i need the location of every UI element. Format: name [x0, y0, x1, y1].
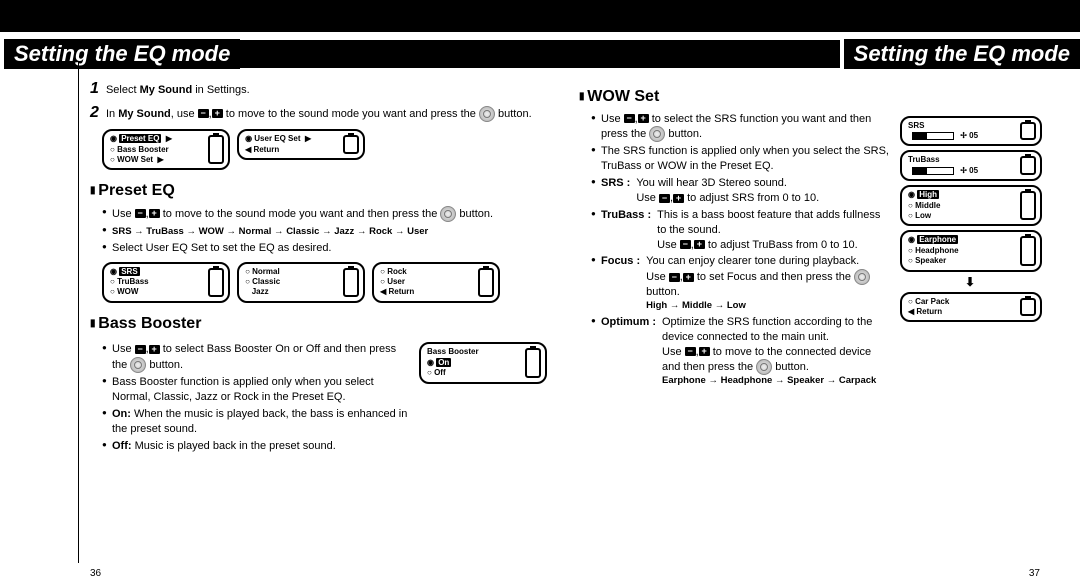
- plus-icon: +: [673, 194, 684, 203]
- jog-button-icon: [479, 106, 495, 122]
- page-number-right: 37: [1029, 568, 1040, 579]
- list-item: Off: Music is played back in the preset …: [102, 439, 411, 454]
- list-item: Select User EQ Set to set the EQ as desi…: [102, 241, 551, 256]
- plus-icon: +: [699, 347, 710, 356]
- def-focus: Focus : You can enjoy clearer tone durin…: [591, 254, 892, 313]
- heading-wow-set: WOW Set: [579, 86, 1040, 108]
- title-left: Setting the EQ mode: [0, 39, 240, 69]
- screen-bass-booster: Bass Booster ◉ On ○ Off: [419, 342, 547, 383]
- heading-preset-eq: Preset EQ: [90, 180, 551, 202]
- two-column-layout: 1 Select My Sound in Settings. 2 In My S…: [0, 68, 1080, 457]
- plus-icon: +: [149, 209, 160, 218]
- screen-user-eq-menu: ◉ User EQ Set ▶ ◀ Return: [237, 129, 365, 160]
- jog-button-icon: [130, 357, 146, 373]
- list-item: SRS → TruBass → WOW → Normal → Classic →…: [102, 224, 551, 239]
- minus-icon: −: [198, 109, 209, 118]
- minus-icon: −: [669, 273, 680, 282]
- plus-icon: +: [212, 109, 223, 118]
- minus-icon: −: [135, 345, 146, 354]
- battery-icon: [208, 135, 224, 164]
- jog-button-icon: [756, 359, 772, 375]
- step-number: 2: [90, 104, 99, 121]
- list-item: On: When the music is played back, the b…: [102, 407, 411, 437]
- minus-icon: −: [659, 194, 670, 203]
- screen: ◉ SRS ○ TruBass ○ WOW: [102, 262, 230, 303]
- battery-icon: [525, 348, 541, 377]
- minus-icon: −: [685, 347, 696, 356]
- screen: ○ Normal ○ Classic Jazz: [237, 262, 365, 303]
- heading-bass-booster: Bass Booster: [90, 313, 551, 335]
- screen-optimum-1: ◉ Earphone ○ Headphone ○ Speaker: [900, 230, 1042, 271]
- minus-icon: −: [135, 209, 146, 218]
- def-optimum: Optimum : Optimize the SRS function acco…: [591, 315, 892, 388]
- list-item: Bass Booster function is applied only wh…: [102, 375, 411, 405]
- battery-icon: [208, 268, 224, 297]
- margin-rule: [78, 62, 79, 563]
- plus-icon: +: [149, 345, 160, 354]
- step-number: 1: [90, 80, 99, 97]
- plus-icon: +: [694, 240, 705, 249]
- screens-top: ◉ Preset EQ ▶ ○ Bass Booster ○ WOW Set ▶…: [102, 125, 551, 170]
- page-number-left: 36: [90, 568, 101, 579]
- battery-icon: [1020, 298, 1036, 317]
- top-black-bar: [0, 0, 1080, 32]
- battery-icon: [343, 135, 359, 154]
- battery-icon: [1020, 236, 1036, 265]
- battery-icon: [343, 268, 359, 297]
- page: Setting the EQ mode Setting the EQ mode …: [0, 0, 1080, 587]
- jog-button-icon: [440, 206, 456, 222]
- screens-preset: ◉ SRS ○ TruBass ○ WOW ○ Normal ○ Classic…: [102, 258, 551, 303]
- list-item: Use −,+ to select the SRS function you w…: [591, 112, 1040, 143]
- def-trubass: TruBass : This is a bass boost feature t…: [591, 208, 892, 253]
- screen-preset-menu: ◉ Preset EQ ▶ ○ Bass Booster ○ WOW Set ▶: [102, 129, 230, 170]
- step-2: 2 In My Sound, use −,+ to move to the so…: [90, 102, 551, 124]
- arrow-down-icon: ⬇: [900, 274, 1040, 290]
- screen-focus: ◉ High ○ Middle ○ Low: [900, 185, 1042, 226]
- jog-button-icon: [649, 126, 665, 142]
- title-band: Setting the EQ mode Setting the EQ mode: [0, 40, 1080, 68]
- step-1: 1 Select My Sound in Settings.: [90, 78, 551, 100]
- list-item: The SRS function is applied only when yo…: [591, 144, 1040, 174]
- screen-optimum-2: ○ Car Pack ◀ Return: [900, 292, 1042, 323]
- minus-icon: −: [680, 240, 691, 249]
- bass-bullets: Use −,+ to select Bass Booster On or Off…: [90, 340, 411, 455]
- jog-button-icon: [854, 269, 870, 285]
- right-column: WOW Set SRS ✢ 05 TruBass ✢ 05 ◉ High ○ M…: [579, 76, 1040, 457]
- battery-icon: [1020, 191, 1036, 220]
- plus-icon: +: [638, 114, 649, 123]
- left-column: 1 Select My Sound in Settings. 2 In My S…: [90, 76, 551, 457]
- plus-icon: +: [683, 273, 694, 282]
- list-item: Use −,+ to move to the sound mode you wa…: [102, 206, 551, 222]
- title-right: Setting the EQ mode: [840, 39, 1080, 69]
- screen: ○ Rock ○ User ◀ Return: [372, 262, 500, 303]
- def-srs: SRS : You will hear 3D Stereo sound. Use…: [591, 176, 892, 206]
- list-item: Use −,+ to select Bass Booster On or Off…: [102, 342, 411, 373]
- minus-icon: −: [624, 114, 635, 123]
- battery-icon: [478, 268, 494, 297]
- preset-eq-bullets: Use −,+ to move to the sound mode you wa…: [90, 206, 551, 256]
